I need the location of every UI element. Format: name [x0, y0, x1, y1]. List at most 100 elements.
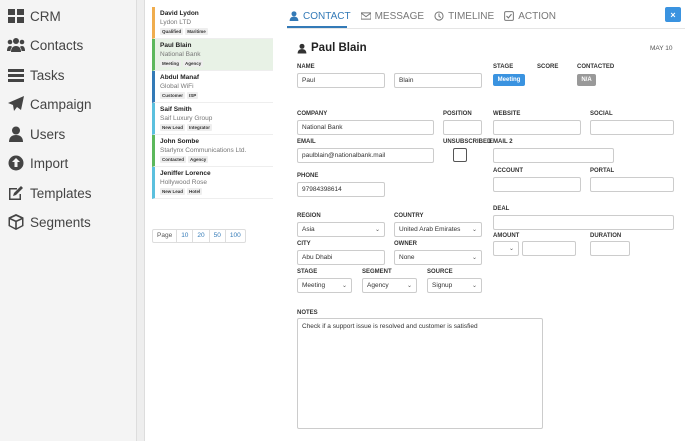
sidebar-item-import[interactable]: Import	[6, 152, 68, 174]
email2-label: EMAIL 2	[489, 139, 513, 145]
sidebar-item-users[interactable]: Users	[6, 123, 65, 145]
cube-icon	[6, 213, 26, 231]
social-field[interactable]	[590, 120, 674, 135]
contact-list: David Lydon Lydon LTD Qualified Maritime …	[152, 7, 273, 199]
tab-label: TIMELINE	[448, 10, 495, 22]
chevron-down-icon: ⌄	[406, 283, 412, 289]
user-icon	[6, 125, 26, 143]
chevron-down-icon: ⌄	[508, 246, 514, 252]
contact-item[interactable]: Abdul Manaf Global WiFi Customer ISP	[152, 71, 273, 103]
contact-item[interactable]: Jeniffer Lorence Hollywood Rose New Lead…	[152, 167, 273, 199]
sidebar-item-templates[interactable]: Templates	[6, 182, 92, 204]
contact-tag: Integrator	[187, 124, 213, 131]
sidebar-item-segments[interactable]: Segments	[6, 211, 91, 233]
tab-label: ACTION	[518, 10, 556, 22]
contact-company: Lydon LTD	[160, 19, 192, 26]
sidebar-item-campaign[interactable]: Campaign	[6, 93, 92, 115]
email-field[interactable]: paulblain@nationalbank.mail	[297, 148, 434, 163]
page-size-20[interactable]: 20	[193, 229, 210, 243]
email-label: EMAIL	[297, 139, 316, 145]
phone-field[interactable]: 97984398614	[297, 182, 385, 197]
contact-date: MAY 10	[650, 45, 673, 52]
contact-item[interactable]: John Sombe Starlynx Communications Ltd. …	[152, 135, 273, 167]
contact-company: Starlynx Communications Ltd.	[160, 147, 247, 154]
duration-field[interactable]	[590, 241, 630, 256]
chevron-down-icon: ⌄	[374, 227, 380, 233]
sidebar-item-crm[interactable]: CRM	[6, 5, 61, 27]
deal-field[interactable]	[493, 215, 674, 230]
chevron-down-icon: ⌄	[471, 227, 477, 233]
tab-contact[interactable]: CONTACT	[289, 8, 351, 24]
contact-company: National Bank	[160, 51, 201, 58]
contact-tag: New Lead	[160, 124, 186, 131]
email2-field[interactable]	[493, 148, 614, 163]
check-square-icon	[504, 11, 515, 21]
website-field[interactable]	[493, 120, 581, 135]
currency-select[interactable]: ⌄	[493, 241, 519, 256]
amount-label: AMOUNT	[493, 233, 520, 239]
contact-company: Saif Luxury Group	[160, 115, 213, 122]
stage-badge[interactable]: Meeting	[493, 74, 525, 86]
notes-label: NOTES	[297, 310, 318, 316]
user-icon	[289, 11, 299, 21]
region-select[interactable]: Asia ⌄	[297, 222, 385, 237]
page-size-10[interactable]: 10	[177, 229, 194, 243]
stage-select[interactable]: Meeting ⌄	[297, 278, 352, 293]
tab-action[interactable]: ACTION	[504, 8, 556, 24]
region-label: REGION	[297, 213, 321, 219]
social-label: SOCIAL	[590, 111, 613, 117]
contact-tag: Agency	[188, 156, 209, 163]
amount-field[interactable]	[522, 241, 576, 256]
detail-tabs: CONTACT MESSAGE TIMELINE ACTION	[289, 8, 566, 24]
contact-item[interactable]: Saif Smith Saif Luxury Group New Lead Int…	[152, 103, 273, 135]
pagination: Page 10 20 50 100	[152, 229, 246, 243]
contact-name: Saif Smith	[160, 106, 192, 113]
country-select[interactable]: United Arab Emirates ⌄	[394, 222, 482, 237]
notes-textarea[interactable]: Check if a support issue is resolved and…	[297, 318, 543, 429]
chevron-down-icon: ⌄	[471, 283, 477, 289]
country-value: United Arab Emirates	[399, 226, 461, 233]
pagination-label: Page	[153, 229, 178, 243]
sidebar-divider	[137, 0, 145, 441]
company-label: COMPANY	[297, 111, 328, 117]
tab-message[interactable]: MESSAGE	[360, 8, 424, 24]
position-field[interactable]	[443, 120, 482, 135]
source-value: Signup	[432, 282, 453, 289]
tab-timeline[interactable]: TIMELINE	[434, 8, 494, 24]
last-name-field[interactable]: Blain	[394, 73, 482, 88]
duration-label: DURATION	[590, 233, 622, 239]
unsubscribed-checkbox[interactable]	[453, 148, 467, 162]
source-select[interactable]: Signup ⌄	[427, 278, 482, 293]
first-name-field[interactable]: Paul	[297, 73, 385, 88]
name-label: NAME	[297, 64, 315, 70]
envelope-icon	[360, 12, 371, 20]
company-field[interactable]: National Bank	[297, 120, 434, 135]
owner-select[interactable]: None ⌄	[394, 250, 482, 265]
user-icon	[297, 43, 307, 53]
close-button[interactable]: ×	[665, 7, 681, 22]
page-size-100[interactable]: 100	[226, 229, 245, 243]
contact-item[interactable]: David Lydon Lydon LTD Qualified Maritime	[152, 7, 273, 39]
account-field[interactable]	[493, 177, 581, 192]
owner-label: OWNER	[394, 241, 417, 247]
contact-company: Hollywood Rose	[160, 179, 207, 186]
contact-name: Abdul Manaf	[160, 74, 199, 81]
list-icon	[6, 66, 26, 84]
users-group-icon	[6, 36, 26, 54]
sidebar-item-tasks[interactable]: Tasks	[6, 64, 65, 86]
city-field[interactable]: Abu Dhabi	[297, 250, 385, 265]
segment-select[interactable]: Agency ⌄	[362, 278, 417, 293]
unsubscribed-label: UNSUBSCRIBED	[443, 139, 492, 145]
sidebar-item-label: Campaign	[30, 96, 92, 112]
segment-label: SEGMENT	[362, 269, 392, 275]
tab-label: CONTACT	[303, 10, 351, 22]
contact-item[interactable]: Paul Blain National Bank Meeting Agency	[152, 39, 273, 71]
sidebar-item-contacts[interactable]: Contacts	[6, 34, 83, 56]
portal-field[interactable]	[590, 177, 674, 192]
phone-label: PHONE	[297, 173, 319, 179]
contacted-label: CONTACTED	[577, 64, 615, 70]
contact-tag: New Lead	[160, 188, 186, 195]
sidebar-item-label: Contacts	[30, 37, 84, 53]
contact-name: Paul Blain	[160, 42, 192, 49]
page-size-50[interactable]: 50	[210, 229, 226, 243]
